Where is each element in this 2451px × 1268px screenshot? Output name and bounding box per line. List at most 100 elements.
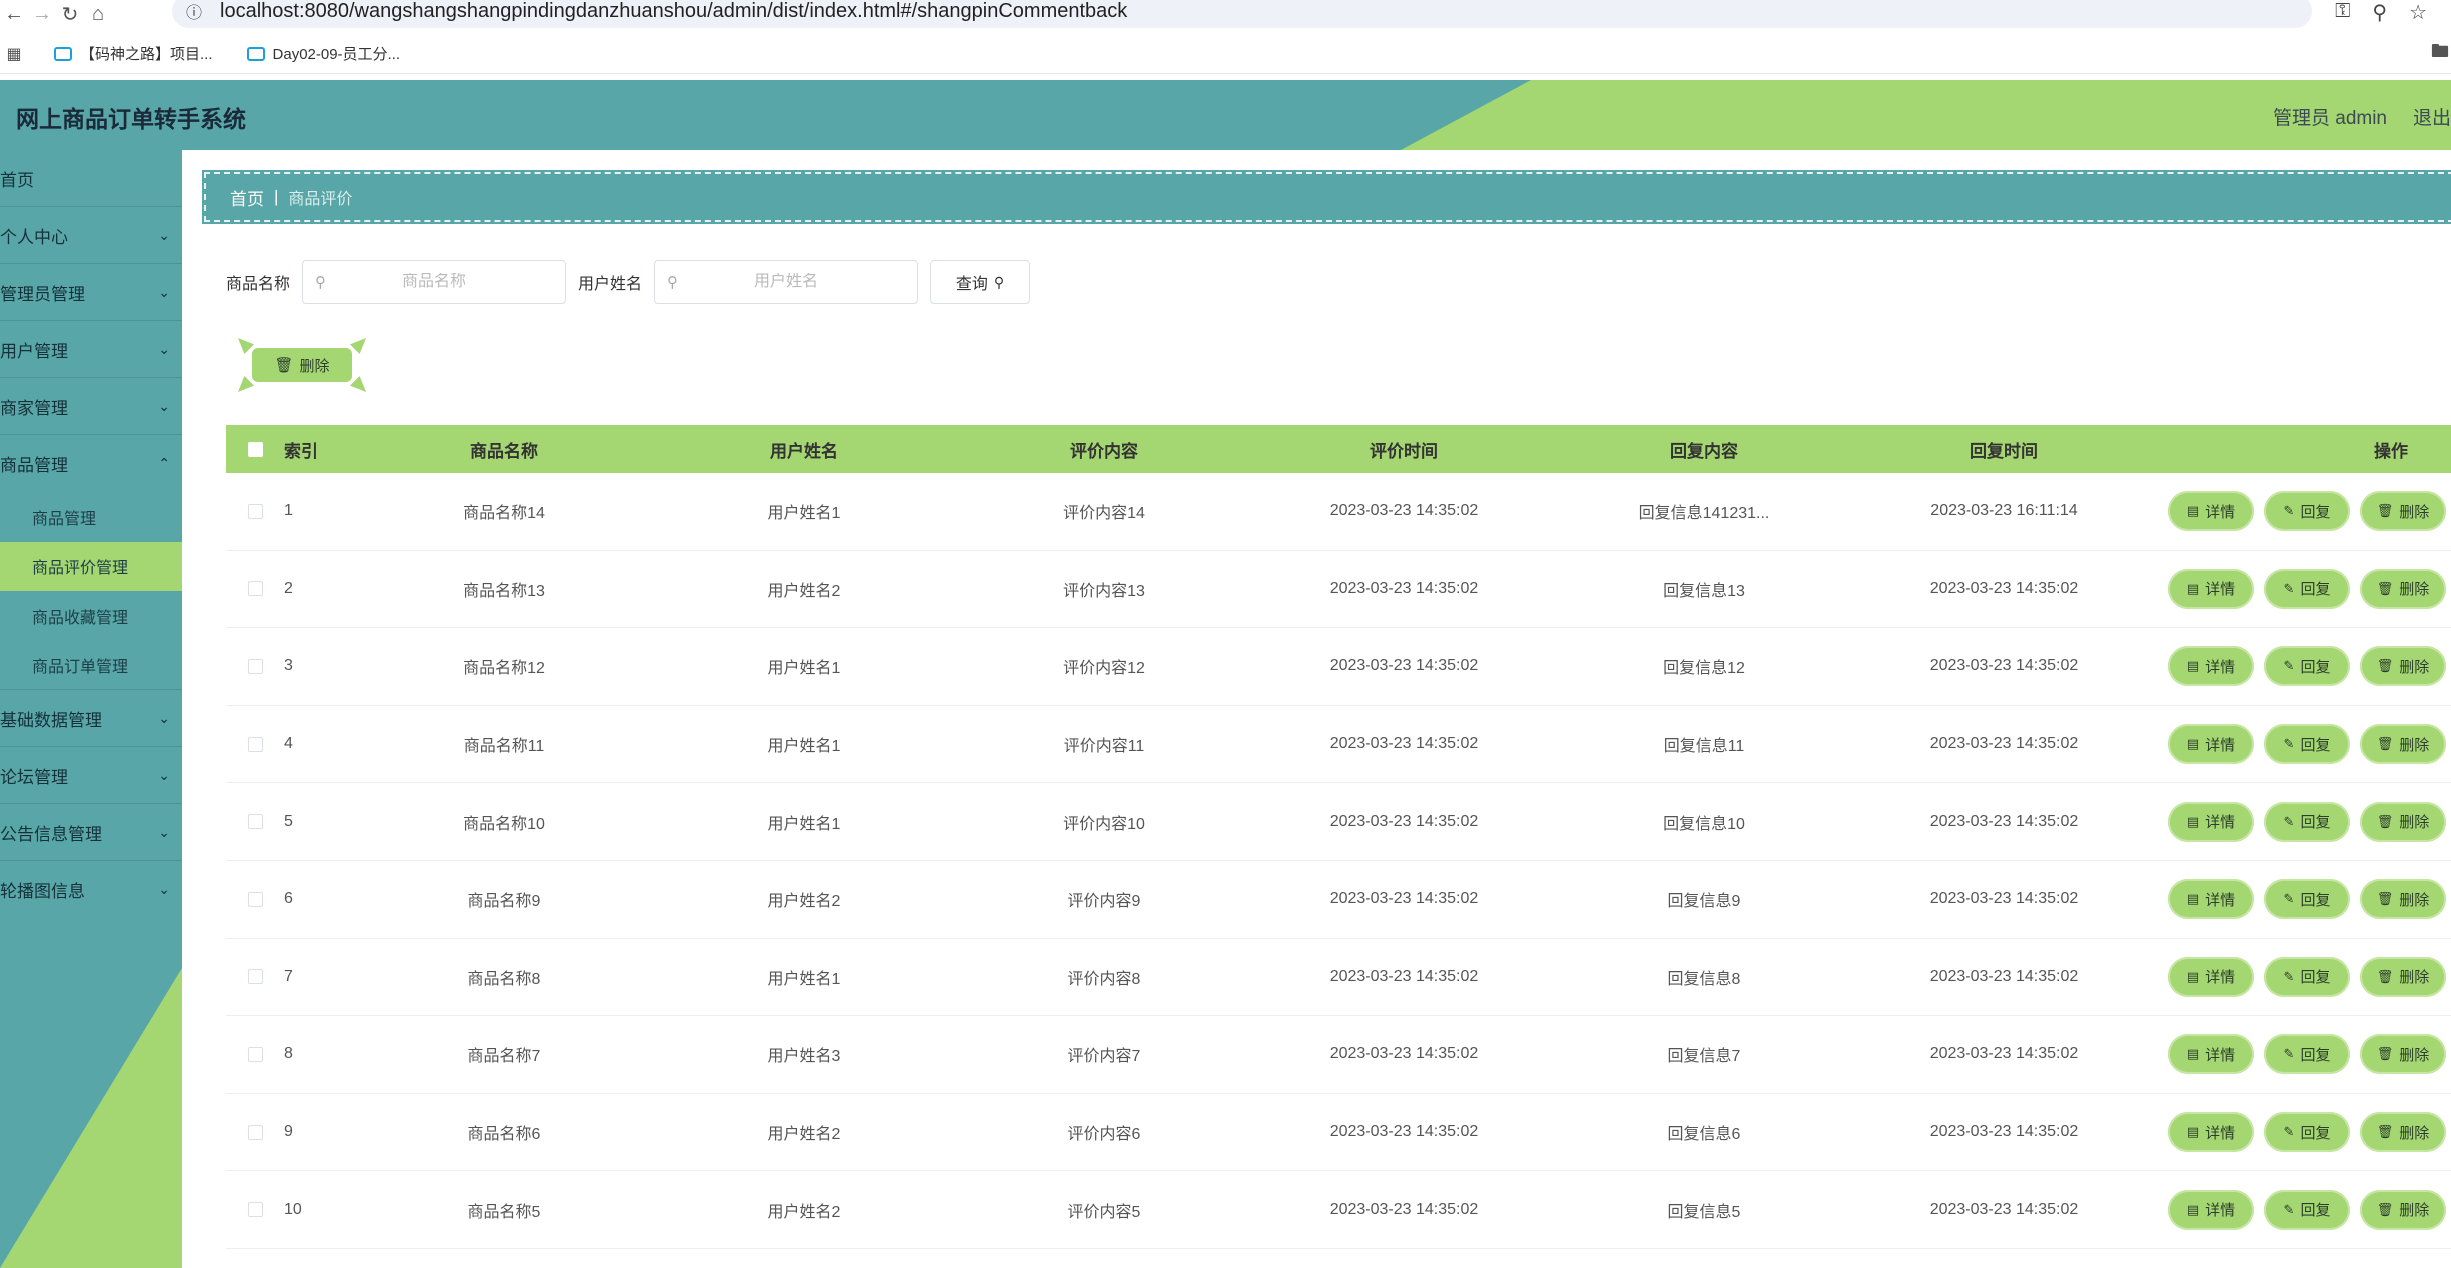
detail-button[interactable]: ▤ 详情 [2168, 724, 2254, 765]
back-icon[interactable]: ← [0, 0, 28, 28]
row-checkbox[interactable] [247, 1202, 263, 1218]
query-button[interactable]: 查询 ⚲ [930, 260, 1031, 304]
logout-link[interactable]: 退出 [2413, 103, 2451, 130]
bookmark-star-icon[interactable]: ☆ [2409, 0, 2427, 25]
document-icon: ▤ [2186, 1201, 2200, 1217]
action-label: 详情 [2205, 1124, 2236, 1142]
bulk-delete-button[interactable]: 🗑 删除 [238, 338, 366, 392]
detail-button[interactable]: ▤ 详情 [2168, 956, 2254, 997]
breadcrumb-current: 商品评价 [288, 191, 353, 208]
home-icon[interactable]: ⌂ [84, 0, 112, 28]
row-checkbox[interactable] [247, 1046, 263, 1062]
row-checkbox[interactable] [247, 736, 263, 752]
row-checkbox[interactable] [247, 814, 263, 830]
detail-button[interactable]: ▤ 详情 [2168, 1034, 2254, 1075]
zoom-icon[interactable]: ⚲ [2372, 0, 2387, 25]
site-info-icon[interactable]: ⓘ [186, 0, 202, 23]
forward-icon[interactable]: → [28, 0, 56, 28]
delete-button[interactable]: 🗑 删除 [2360, 879, 2446, 920]
breadcrumb-separator: | [274, 187, 279, 206]
cell-user-name: 用户姓名1 [767, 738, 841, 756]
sidebar-subitem-product-reviews[interactable]: 商品评价管理 [0, 541, 182, 591]
reply-button[interactable]: ✎ 回复 [2264, 491, 2350, 532]
row-checkbox[interactable] [247, 969, 263, 985]
sidebar-item-forum[interactable]: 论坛管理 ⌄ [0, 747, 182, 804]
delete-button[interactable]: 🗑 删除 [2360, 1189, 2446, 1230]
address-bar[interactable]: ⓘ localhost:8080/wangshangshangpindingda… [172, 0, 2312, 28]
review-table: 索引 商品名称 用户姓名 评价内容 评价时间 回复内容 回复时间 操作 1 商品名… [226, 425, 2451, 1249]
delete-button[interactable]: 🗑 删除 [2360, 956, 2446, 997]
sidebar-item-notices[interactable]: 公告信息管理 ⌄ [0, 804, 182, 861]
row-actions: ▤ 详情 ✎ 回复 🗑 删除 [2154, 879, 2451, 920]
cell-index: 8 [284, 1045, 293, 1063]
reply-button[interactable]: ✎ 回复 [2264, 801, 2350, 842]
document-icon: ▤ [2186, 503, 2200, 519]
menu-label: 商家管理 [0, 398, 68, 418]
sidebar-item-admin[interactable]: 管理员管理 ⌄ [0, 264, 182, 321]
sidebar-subitem-product-orders[interactable]: 商品订单管理 [0, 641, 182, 690]
url-text: localhost:8080/wangshangshangpindingdanz… [220, 0, 1128, 22]
cell-user-name: 用户姓名2 [767, 582, 841, 600]
row-checkbox[interactable] [247, 658, 263, 674]
reply-button[interactable]: ✎ 回复 [2264, 1112, 2350, 1153]
header-actions: 操作 [2374, 441, 2408, 461]
menu-label: 论坛管理 [0, 767, 68, 787]
bookmark-1[interactable]: 【码神之路】项目... [54, 43, 213, 64]
delete-button[interactable]: 🗑 删除 [2360, 801, 2446, 842]
sidebar-item-carousel[interactable]: 轮播图信息 ⌄ [0, 861, 182, 918]
detail-button[interactable]: ▤ 详情 [2168, 801, 2254, 842]
detail-button[interactable]: ▤ 详情 [2168, 1112, 2254, 1153]
row-actions: ▤ 详情 ✎ 回复 🗑 删除 [2154, 491, 2451, 532]
detail-button[interactable]: ▤ 详情 [2168, 568, 2254, 609]
breadcrumb-home[interactable]: 首页 [230, 185, 264, 210]
chevron-down-icon: ⌄ [158, 397, 170, 414]
sidebar-item-home[interactable]: 首页 [0, 150, 182, 207]
row-checkbox[interactable] [247, 503, 263, 519]
sidebar-subitem-product-manage[interactable]: 商品管理 [0, 492, 182, 542]
delete-button[interactable]: 🗑 删除 [2360, 1034, 2446, 1075]
detail-button[interactable]: ▤ 详情 [2168, 879, 2254, 920]
sidebar-subitem-product-favorites[interactable]: 商品收藏管理 [0, 591, 182, 641]
delete-button[interactable]: 🗑 删除 [2360, 1112, 2446, 1153]
menu-label: 公告信息管理 [0, 824, 102, 844]
reply-button[interactable]: ✎ 回复 [2264, 1034, 2350, 1075]
reply-button[interactable]: ✎ 回复 [2264, 1189, 2350, 1230]
apps-grid-icon[interactable]: ▦ [0, 40, 28, 68]
table-row: 9 商品名称6 用户姓名2 评价内容6 2023-03-23 14:35:02 回复信息6… [226, 1094, 2451, 1172]
product-name-input[interactable] [334, 273, 535, 291]
detail-button[interactable]: ▤ 详情 [2168, 491, 2254, 532]
sidebar-item-merchants[interactable]: 商家管理 ⌄ [0, 378, 182, 435]
menu-label: 轮播图信息 [0, 882, 85, 901]
row-checkbox[interactable] [247, 891, 263, 907]
password-key-icon[interactable]: ⚿ [2335, 0, 2350, 25]
delete-button[interactable]: 🗑 删除 [2360, 646, 2446, 687]
cell-reply-time: 2023-03-23 14:35:02 [1929, 657, 2079, 675]
action-label: 详情 [2205, 658, 2236, 676]
chevron-up-icon: ⌃ [158, 455, 170, 471]
reply-button[interactable]: ✎ 回复 [2264, 724, 2350, 765]
reply-button[interactable]: ✎ 回复 [2264, 956, 2350, 997]
user-name-input[interactable] [686, 273, 887, 291]
cell-product-name: 商品名称12 [463, 660, 545, 678]
delete-button[interactable]: 🗑 删除 [2360, 568, 2446, 609]
detail-button[interactable]: ▤ 详情 [2168, 646, 2254, 687]
current-user: 管理员 admin [2272, 108, 2387, 129]
sidebar-item-products[interactable]: 商品管理 ⌃ [0, 435, 182, 492]
select-all-checkbox[interactable] [247, 441, 263, 457]
row-checkbox[interactable] [247, 1124, 263, 1140]
reply-button[interactable]: ✎ 回复 [2264, 646, 2350, 687]
delete-button[interactable]: 🗑 删除 [2360, 491, 2446, 532]
sidebar-item-base-data[interactable]: 基础数据管理 ⌄ [0, 690, 182, 747]
bookmark-2[interactable]: Day02-09-员工分... [246, 43, 400, 64]
sidebar-item-profile[interactable]: 个人中心 ⌄ [0, 207, 182, 264]
sidebar-item-users[interactable]: 用户管理 ⌄ [0, 321, 182, 378]
delete-button[interactable]: 🗑 删除 [2360, 724, 2446, 765]
detail-button[interactable]: ▤ 详情 [2168, 1189, 2254, 1230]
reload-icon[interactable]: ↻ [56, 0, 84, 28]
product-name-field[interactable]: ⚲ [302, 260, 567, 304]
reply-button[interactable]: ✎ 回复 [2264, 568, 2350, 609]
reply-button[interactable]: ✎ 回复 [2264, 879, 2350, 920]
user-name-field[interactable]: ⚲ [654, 260, 919, 304]
folder-icon[interactable]: 🖿 [2431, 39, 2449, 69]
row-checkbox[interactable] [247, 581, 263, 597]
